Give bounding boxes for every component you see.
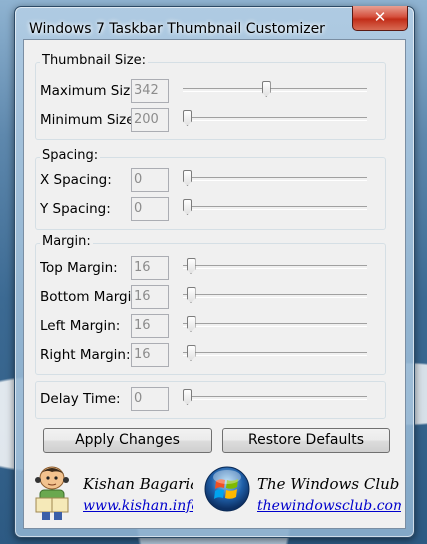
spacing-group: Spacing: X Spacing: 0 Y Spacing: 0 — [35, 148, 386, 230]
maximum-size-label: Maximum Size — [40, 83, 131, 99]
right-margin-row: Right Margin: 16 — [36, 343, 385, 369]
club-link[interactable]: thewindowsclub.com — [257, 498, 401, 514]
thumbnail-size-legend: Thumbnail Size: — [40, 53, 148, 68]
top-margin-field[interactable]: 16 — [131, 256, 169, 280]
delay-time-field[interactable]: 0 — [131, 387, 169, 411]
bottom-margin-label: Bottom Margin: — [40, 289, 131, 305]
bottom-margin-slider-track[interactable] — [183, 294, 367, 298]
minimum-size-label: Minimum Size — [40, 112, 131, 128]
title-bar[interactable]: Windows 7 Taskbar Thumbnail Customizer ✕ — [15, 6, 414, 39]
right-margin-slider-track[interactable] — [183, 352, 367, 356]
top-margin-slider-track[interactable] — [183, 265, 367, 269]
bottom-margin-row: Bottom Margin: 16 — [36, 285, 385, 311]
y-spacing-field[interactable]: 0 — [131, 197, 169, 221]
x-spacing-slider-thumb[interactable] — [183, 170, 192, 186]
app-window: Windows 7 Taskbar Thumbnail Customizer ✕… — [14, 6, 415, 538]
margin-legend: Margin: — [40, 234, 93, 249]
spacing-legend: Spacing: — [40, 148, 101, 163]
y-spacing-slider-thumb[interactable] — [183, 199, 192, 215]
minimum-size-field[interactable]: 200 — [131, 108, 169, 132]
y-spacing-slider-track[interactable] — [183, 206, 367, 210]
maximum-size-slider-thumb[interactable] — [261, 81, 271, 97]
restore-defaults-button[interactable]: Restore Defaults — [222, 428, 390, 453]
thumbnail-size-group: Thumbnail Size: Maximum Size 342 Minimum… — [35, 53, 386, 140]
right-margin-label: Right Margin: — [40, 347, 131, 363]
bottom-margin-field[interactable]: 16 — [131, 285, 169, 309]
maximum-size-field[interactable]: 342 — [131, 79, 169, 103]
top-margin-label: Top Margin: — [40, 260, 118, 276]
delay-time-row: Delay Time: 0 — [36, 387, 385, 413]
left-margin-slider-thumb[interactable] — [186, 316, 196, 332]
left-margin-slider-track[interactable] — [183, 323, 367, 327]
left-margin-label: Left Margin: — [40, 318, 121, 334]
club-name: The Windows Club — [257, 475, 400, 493]
left-margin-field[interactable]: 16 — [131, 314, 169, 338]
right-margin-slider-thumb[interactable] — [186, 345, 196, 361]
author-name: Kishan Bagaria — [83, 475, 193, 493]
cartoon-boy-reading-icon — [35, 466, 69, 520]
minimum-size-slider-track[interactable] — [183, 117, 367, 121]
author-link[interactable]: www.kishan.info — [83, 498, 193, 514]
credits-footer: Kishan Bagaria www.kishan.info The Windo — [24, 461, 405, 528]
windows-orb-icon — [204, 466, 250, 512]
right-margin-field[interactable]: 16 — [131, 343, 169, 367]
delay-time-slider-thumb[interactable] — [183, 389, 192, 405]
x-spacing-slider-track[interactable] — [183, 177, 367, 181]
minimum-size-slider-thumb[interactable] — [183, 110, 192, 126]
window-title: Windows 7 Taskbar Thumbnail Customizer — [29, 21, 325, 37]
client-area: Thumbnail Size: Maximum Size 342 Minimum… — [23, 39, 406, 529]
x-spacing-label: X Spacing: — [40, 172, 112, 188]
maximum-size-slider-track[interactable] — [183, 88, 367, 92]
apply-changes-button[interactable]: Apply Changes — [43, 428, 212, 453]
delay-time-slider-track[interactable] — [183, 396, 367, 400]
x-spacing-row: X Spacing: 0 — [36, 168, 385, 194]
top-margin-slider-thumb[interactable] — [186, 258, 196, 274]
left-margin-row: Left Margin: 16 — [36, 314, 385, 340]
maximum-size-row: Maximum Size 342 — [36, 79, 385, 105]
top-margin-row: Top Margin: 16 — [36, 256, 385, 282]
x-spacing-field[interactable]: 0 — [131, 168, 169, 192]
margin-group: Margin: Top Margin: 16 Bottom Margin: 16… — [35, 234, 386, 375]
minimum-size-row: Minimum Size 200 — [36, 108, 385, 134]
delay-time-label: Delay Time: — [40, 391, 121, 407]
delay-group: Delay Time: 0 — [35, 381, 386, 419]
close-button[interactable]: ✕ — [352, 6, 408, 31]
y-spacing-label: Y Spacing: — [40, 201, 111, 217]
close-icon: ✕ — [373, 8, 387, 26]
y-spacing-row: Y Spacing: 0 — [36, 197, 385, 223]
bottom-margin-slider-thumb[interactable] — [186, 287, 196, 303]
